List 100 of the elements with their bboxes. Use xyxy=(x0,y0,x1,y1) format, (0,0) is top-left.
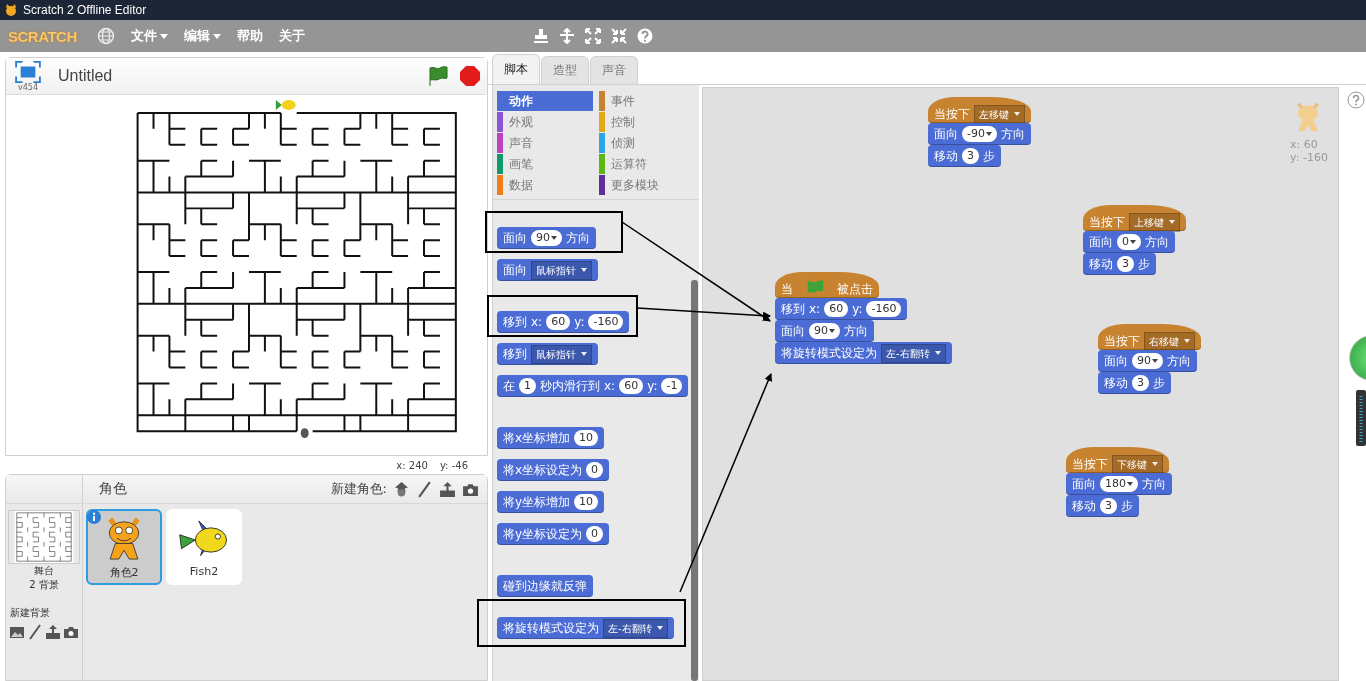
code-block[interactable]: 移到 x: 60 y: -160 xyxy=(497,311,630,333)
number-input[interactable]: 90 xyxy=(809,323,840,339)
number-input[interactable]: 90 xyxy=(531,230,562,246)
category-item[interactable]: 运算符 xyxy=(599,154,695,174)
block-label: 步 xyxy=(1153,375,1165,391)
number-input[interactable]: 3 xyxy=(1132,375,1149,391)
dropdown-menu[interactable]: 左移键 xyxy=(974,104,1025,124)
scrollbar[interactable] xyxy=(691,280,698,681)
code-block[interactable]: 面向 -90 方向 xyxy=(928,123,1031,145)
category-item[interactable]: 更多模块 xyxy=(599,175,695,195)
code-block[interactable]: 当按下 左移键 xyxy=(928,97,1031,123)
number-input[interactable]: 1 xyxy=(519,378,536,394)
upload-icon[interactable] xyxy=(45,624,61,640)
code-block[interactable]: 面向 180 方向 xyxy=(1066,473,1172,495)
code-block[interactable]: 面向 0 方向 xyxy=(1083,231,1175,253)
code-block[interactable]: 将x坐标设定为 0 xyxy=(497,459,610,481)
dropdown-menu[interactable]: 左-右翻转 xyxy=(603,618,668,638)
code-block[interactable]: 当按下 上移键 xyxy=(1083,205,1186,231)
number-input[interactable]: -160 xyxy=(866,301,902,317)
upload-icon[interactable] xyxy=(439,480,456,498)
dropdown-menu[interactable]: 右移键 xyxy=(1144,331,1195,351)
number-input[interactable]: 60 xyxy=(824,301,849,317)
block-label: 当 xyxy=(781,281,793,297)
dropdown-menu[interactable]: 上移键 xyxy=(1129,212,1180,232)
category-item[interactable]: 声音 xyxy=(497,133,593,153)
help-icon[interactable] xyxy=(1347,91,1365,109)
help-icon[interactable] xyxy=(636,28,653,44)
tab[interactable]: 脚本 xyxy=(492,54,540,84)
number-input[interactable]: 90 xyxy=(1132,353,1163,369)
dropdown-menu[interactable]: 鼠标指针 xyxy=(531,260,592,280)
code-block[interactable]: 面向 90 方向 xyxy=(775,320,874,342)
code-block[interactable]: 将x坐标增加 10 xyxy=(497,427,605,449)
dropdown-menu[interactable]: 鼠标指针 xyxy=(531,344,592,364)
number-input[interactable]: 0 xyxy=(1117,234,1141,250)
landscape-icon[interactable] xyxy=(9,624,25,640)
code-block[interactable]: 将旋转模式设定为 左-右翻转 xyxy=(775,342,952,364)
shrink-icon[interactable] xyxy=(610,28,627,44)
code-block[interactable]: 面向 鼠标指针 xyxy=(497,259,598,281)
code-block[interactable]: 当按下 右移键 xyxy=(1098,324,1201,350)
block-label: 将y坐标增加 xyxy=(503,494,571,510)
number-input[interactable]: 3 xyxy=(962,148,979,164)
tab[interactable]: 声音 xyxy=(590,56,638,84)
dropdown-menu[interactable]: 左-右翻转 xyxy=(881,343,946,363)
cross-arrows-icon[interactable] xyxy=(558,28,575,44)
number-input[interactable]: 0 xyxy=(586,526,604,542)
category-item[interactable]: 控制 xyxy=(599,112,695,132)
number-input[interactable]: 3 xyxy=(1100,498,1117,514)
paintbrush-icon[interactable] xyxy=(416,480,433,498)
number-input[interactable]: 10 xyxy=(574,494,599,510)
code-block[interactable]: 移动 3 步 xyxy=(1066,495,1139,517)
code-block[interactable]: 将y坐标设定为 0 xyxy=(497,523,610,545)
category-item[interactable]: 事件 xyxy=(599,91,695,111)
paintbrush-icon[interactable] xyxy=(27,624,43,640)
number-input[interactable]: 60 xyxy=(546,314,571,330)
sprite-thumbnail[interactable]: Fish2 xyxy=(166,509,242,585)
block-label: x: xyxy=(604,378,616,394)
category-item[interactable]: 侦测 xyxy=(599,133,695,153)
new-sprite-label: 新建角色: xyxy=(330,480,387,498)
category-item[interactable]: 画笔 xyxy=(497,154,593,174)
globe-icon[interactable] xyxy=(96,27,115,45)
sprite-thumbnail[interactable]: 角色2 xyxy=(86,509,162,585)
stage-thumbnail[interactable] xyxy=(8,510,80,564)
category-item[interactable]: 动作 xyxy=(497,91,593,111)
category-item[interactable]: 数据 xyxy=(497,175,593,195)
fullscreen-icon[interactable] xyxy=(14,60,42,83)
dropdown-menu[interactable]: 下移键 xyxy=(1112,454,1163,474)
block-label: 步 xyxy=(1121,498,1133,514)
code-block[interactable]: 面向 90 方向 xyxy=(497,227,596,249)
stamp-icon[interactable] xyxy=(532,28,549,44)
block-label: 移动 xyxy=(934,148,958,164)
camera-icon[interactable] xyxy=(63,624,79,640)
tab[interactable]: 造型 xyxy=(541,56,589,84)
code-block[interactable]: 移到 x: 60 y: -160 xyxy=(775,298,908,320)
code-block[interactable]: 移动 3 步 xyxy=(928,145,1001,167)
expand-icon[interactable] xyxy=(584,28,601,44)
block-label: x: xyxy=(809,301,821,317)
code-block[interactable]: 将旋转模式设定为 左-右翻转 xyxy=(497,617,674,639)
number-input[interactable]: -160 xyxy=(588,314,624,330)
code-block[interactable]: 碰到边缘就反弹 xyxy=(497,575,593,597)
number-input[interactable]: 180 xyxy=(1100,476,1138,492)
stop-icon[interactable] xyxy=(459,65,481,87)
category-item[interactable]: 外观 xyxy=(497,112,593,132)
code-block[interactable]: 在 1 秒内滑行到 x: 60 y: -1 xyxy=(497,375,689,397)
block-label: 移动 xyxy=(1089,256,1113,272)
sprite-figure-icon[interactable] xyxy=(393,480,410,498)
code-block[interactable]: 当按下 下移键 xyxy=(1066,447,1169,473)
code-block[interactable]: 将y坐标增加 10 xyxy=(497,491,605,513)
code-block[interactable]: 移到 鼠标指针 xyxy=(497,343,598,365)
block-label: 移到 xyxy=(503,346,527,362)
number-input[interactable]: 10 xyxy=(574,430,599,446)
number-input[interactable]: -1 xyxy=(661,378,683,394)
code-block[interactable]: 面向 90 方向 xyxy=(1098,350,1197,372)
code-block[interactable]: 移动 3 步 xyxy=(1098,372,1171,394)
number-input[interactable]: -90 xyxy=(962,126,997,142)
number-input[interactable]: 60 xyxy=(619,378,644,394)
number-input[interactable]: 0 xyxy=(586,462,604,478)
flag-icon[interactable] xyxy=(427,65,449,87)
code-block[interactable]: 移动 3 步 xyxy=(1083,253,1156,275)
info-icon[interactable] xyxy=(87,510,101,524)
number-input[interactable]: 3 xyxy=(1117,256,1134,272)
